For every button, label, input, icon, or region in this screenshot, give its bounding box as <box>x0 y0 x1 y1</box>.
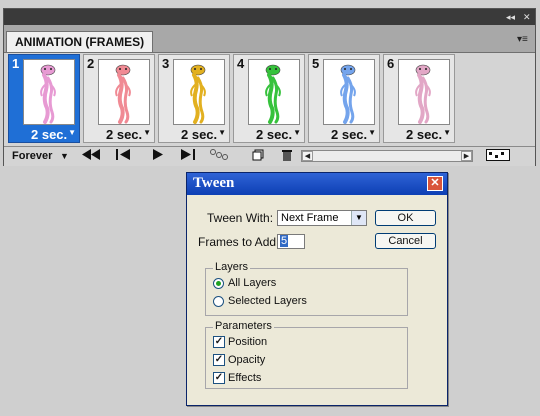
frame-number: 1 <box>12 56 20 71</box>
ok-button[interactable]: OK <box>375 210 436 226</box>
tab-animation-frames[interactable]: ANIMATION (FRAMES) <box>6 31 154 52</box>
tab-strip: ANIMATION (FRAMES) ▾≡ <box>4 25 535 53</box>
frames-to-add-input[interactable]: 5 <box>277 234 305 249</box>
frames-row: 12 sec. ▼ 2 2 sec. ▼ 3 2 sec. ▼ 4 2 sec. ▼ 5 2 sec. ▼… <box>8 54 468 146</box>
tween-icon[interactable] <box>209 149 231 164</box>
play-icon[interactable] <box>152 149 164 164</box>
collapse-panel-icon[interactable]: ◂◂ <box>506 11 515 23</box>
dialog-titlebar: Tween ✕ <box>187 173 447 195</box>
selected-layers-radio[interactable] <box>213 296 224 307</box>
frame-1[interactable]: 1 2 sec. ▼ <box>8 54 80 143</box>
delete-frame-icon[interactable] <box>281 149 293 164</box>
frame-delay[interactable]: 2 sec. <box>106 127 142 142</box>
frame-number: 3 <box>162 56 170 71</box>
tween-with-value: Next Frame <box>281 212 339 224</box>
panel-titlebar: ◂◂ ✕ <box>4 9 535 25</box>
frame-2[interactable]: 2 2 sec. ▼ <box>83 54 155 143</box>
frame-thumbnail <box>323 59 375 125</box>
effects-checkbox[interactable]: ✓ <box>213 372 225 384</box>
frame-thumbnail <box>248 59 300 125</box>
frame-delay[interactable]: 2 sec. <box>406 127 442 142</box>
close-icon[interactable]: ✕ <box>427 176 443 191</box>
frame-delay[interactable]: 2 sec. <box>256 127 292 142</box>
animation-panel: ◂◂ ✕ ANIMATION (FRAMES) ▾≡ 12 sec. ▼ 2 2 se… <box>3 8 536 166</box>
frame-thumbnail <box>23 59 75 125</box>
frames-scrollbar[interactable]: ◀ ▶ <box>301 150 473 162</box>
chevron-down-icon[interactable]: ▼ <box>368 128 376 137</box>
scroll-left-icon[interactable]: ◀ <box>302 151 313 161</box>
chevron-down-icon[interactable]: ▼ <box>218 128 226 137</box>
opacity-checkbox[interactable]: ✓ <box>213 354 225 366</box>
figure-icon <box>40 64 56 124</box>
all-layers-label: All Layers <box>228 277 277 289</box>
dialog-title: Tween <box>193 175 235 191</box>
first-frame-icon[interactable] <box>82 149 100 164</box>
frame-number: 2 <box>87 56 95 71</box>
frame-thumbnail <box>398 59 450 125</box>
close-panel-icon[interactable]: ✕ <box>523 11 531 23</box>
tween-dialog: Tween ✕ Tween With: Next Frame ▼ Frames … <box>186 172 448 406</box>
layers-group: Layers All Layers Selected Layers <box>205 261 408 316</box>
chevron-down-icon[interactable]: ▼ <box>60 149 69 164</box>
frame-delay[interactable]: 2 sec. <box>331 127 367 142</box>
convert-timeline-icon[interactable] <box>486 149 510 164</box>
frame-4[interactable]: 4 2 sec. ▼ <box>233 54 305 143</box>
frame-5[interactable]: 5 2 sec. ▼ <box>308 54 380 143</box>
all-layers-radio[interactable] <box>213 278 224 289</box>
tween-with-label: Tween With: <box>207 211 274 225</box>
frame-thumbnail <box>173 59 225 125</box>
frames-to-add-value: 5 <box>280 235 289 247</box>
animation-toolbar: Forever ▼ ◀ ▶ <box>4 146 535 166</box>
chevron-down-icon[interactable]: ▼ <box>68 128 76 137</box>
figure-icon <box>190 64 206 124</box>
panel-menu-icon[interactable]: ▾≡ <box>517 35 531 45</box>
opacity-label: Opacity <box>228 354 266 366</box>
tween-with-select[interactable]: Next Frame ▼ <box>277 210 367 226</box>
effects-label: Effects <box>228 372 262 384</box>
scroll-right-icon[interactable]: ▶ <box>461 151 472 161</box>
figure-icon <box>265 64 281 124</box>
figure-icon <box>115 64 131 124</box>
duplicate-frame-icon[interactable] <box>252 149 264 164</box>
frame-6[interactable]: 6 2 sec. ▼ <box>383 54 455 143</box>
parameters-group: Parameters ✓ Position ✓ Opacity ✓ Effect… <box>205 320 408 389</box>
previous-frame-icon[interactable] <box>116 149 132 164</box>
frame-number: 4 <box>237 56 245 71</box>
frame-3[interactable]: 3 2 sec. ▼ <box>158 54 230 143</box>
frame-delay[interactable]: 2 sec. <box>181 127 217 142</box>
selected-layers-label: Selected Layers <box>228 295 307 307</box>
frame-delay[interactable]: 2 sec. <box>31 127 67 142</box>
position-checkbox[interactable]: ✓ <box>213 336 225 348</box>
loop-options-select[interactable]: Forever <box>12 149 52 164</box>
frame-thumbnail <box>98 59 150 125</box>
chevron-down-icon[interactable]: ▼ <box>143 128 151 137</box>
cancel-button[interactable]: Cancel <box>375 233 436 249</box>
parameters-group-label: Parameters <box>213 320 274 332</box>
figure-icon <box>415 64 431 124</box>
chevron-down-icon[interactable]: ▼ <box>351 211 366 225</box>
chevron-down-icon[interactable]: ▼ <box>443 128 451 137</box>
position-label: Position <box>228 336 268 348</box>
chevron-down-icon[interactable]: ▼ <box>293 128 301 137</box>
layers-group-label: Layers <box>213 261 251 273</box>
frame-number: 5 <box>312 56 320 71</box>
frame-number: 6 <box>387 56 395 71</box>
next-frame-icon[interactable] <box>180 149 196 164</box>
figure-icon <box>340 64 356 124</box>
frames-to-add-label: Frames to Add: <box>198 235 280 249</box>
